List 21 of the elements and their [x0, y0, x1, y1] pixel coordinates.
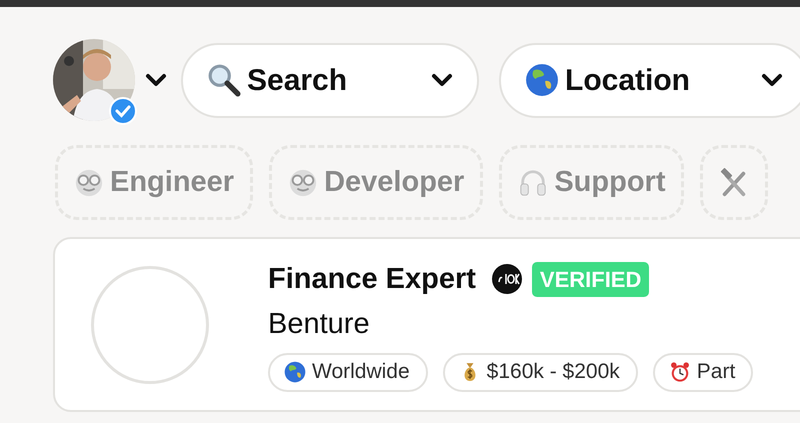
location-filter-button[interactable]: Location — [499, 42, 800, 118]
verified-badge: VERIFIED — [532, 262, 650, 297]
category-chip[interactable] — [700, 145, 768, 220]
chevron-down-icon — [431, 73, 453, 87]
job-title: Finance Expert — [268, 262, 476, 296]
job-tag: Part — [652, 352, 754, 392]
nerd-face-icon — [74, 168, 104, 198]
logo-icon — [492, 264, 522, 294]
job-tag: Worldwide — [268, 352, 428, 392]
search-filter-button[interactable]: Search — [181, 42, 479, 118]
chevron-down-icon — [761, 73, 783, 87]
headphones-icon — [518, 168, 548, 198]
search-icon — [207, 63, 241, 97]
alarm-clock-icon — [668, 361, 691, 383]
globe-icon — [284, 361, 306, 383]
job-card[interactable]: Finance Expert VERIFIED Benture Worldwide $160k - $200k Part — [53, 237, 800, 412]
nerd-face-icon — [288, 168, 318, 198]
company-name: Benture — [268, 307, 371, 342]
globe-icon — [525, 63, 559, 97]
job-tag: $160k - $200k — [442, 352, 638, 392]
chevron-down-icon — [145, 73, 167, 87]
